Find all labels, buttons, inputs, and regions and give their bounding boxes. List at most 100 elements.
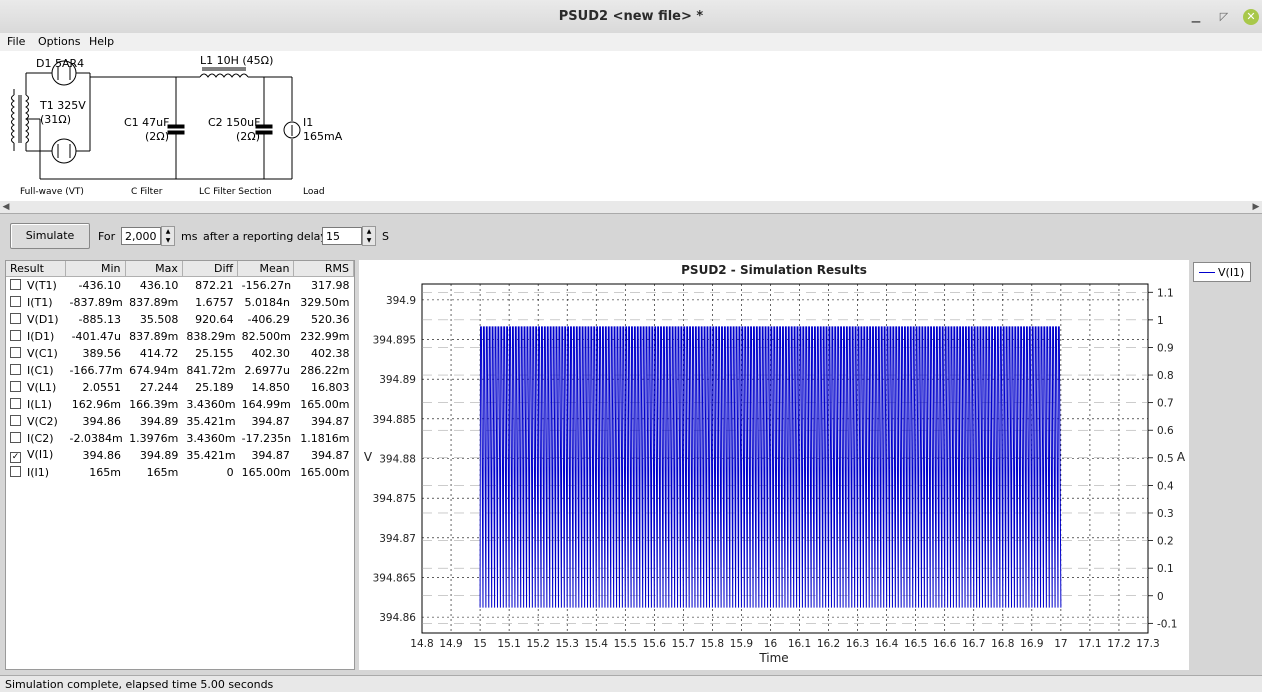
result-name: V(I1)	[27, 448, 54, 461]
table-row[interactable]: I(T1) -837.89m 837.89m 1.6757 5.0184n 329.50m	[6, 294, 354, 311]
series-line-v-i1	[479, 326, 1062, 608]
result-diff-cell: 25.155	[195, 347, 234, 360]
header-min[interactable]: Min	[65, 261, 126, 277]
close-icon[interactable]: ✕	[1243, 9, 1259, 25]
simulation-chart[interactable]: PSUD2 - Simulation Results 14.8 14.9 15 15.1…	[359, 260, 1189, 670]
result-name-cell[interactable]: V(C2)	[6, 413, 66, 430]
table-row[interactable]: ✓ V(I1) 394.86 394.89 35.421m 394.87 394.87	[6, 447, 354, 464]
x-tick-label: 15.3	[556, 638, 579, 650]
result-checkbox[interactable]: ✓	[10, 452, 21, 463]
simulate-button[interactable]: Simulate	[10, 223, 90, 249]
result-name-cell[interactable]: I(D1)	[6, 328, 66, 345]
x-tick-label: 16.2	[817, 638, 840, 650]
y2-tick-label: 0	[1157, 591, 1164, 603]
scroll-right-icon[interactable]: ▶	[1250, 201, 1262, 213]
result-min-cell: 394.86	[82, 449, 122, 462]
result-name-cell[interactable]: I(I1)	[6, 464, 66, 481]
table-row[interactable]: V(C2) 394.86 394.89 35.421m 394.87 394.87	[6, 413, 354, 430]
table-row[interactable]: I(I1) 165m 165m 0 165.00m 165.00m	[6, 464, 354, 481]
maximize-icon[interactable]: ◸	[1216, 9, 1232, 25]
duration-spinner[interactable]: ▲ ▼	[161, 226, 175, 246]
result-name-cell[interactable]: I(C2)	[6, 430, 66, 447]
result-min-cell: -837.89m	[69, 296, 123, 309]
transformer-resistance: (31Ω)	[40, 113, 71, 126]
result-max-cell: 837.89m	[129, 330, 179, 343]
schematic-canvas[interactable]: D1 5AR4 T1 325V (31Ω) L1 10H (45Ω) C1 47…	[0, 51, 1262, 202]
result-name-cell[interactable]: I(L1)	[6, 396, 66, 413]
result-rms-cell: 317.98	[311, 279, 350, 292]
y-tick-label: 394.88	[379, 454, 416, 466]
result-checkbox[interactable]	[10, 313, 21, 324]
x-tick-label: 17.3	[1136, 638, 1159, 650]
result-checkbox[interactable]	[10, 398, 21, 409]
header-rms[interactable]: RMS	[293, 261, 354, 277]
inductor-icon	[199, 73, 249, 78]
schematic-scrollbar[interactable]: ◀ ▶	[0, 201, 1262, 214]
y2-tick-label: 0.7	[1157, 398, 1174, 410]
y2-tick-label: 0.5	[1157, 453, 1174, 465]
result-name-cell[interactable]: I(C1)	[6, 362, 66, 379]
result-name-cell[interactable]: V(D1)	[6, 311, 66, 328]
x-tick-label: 16.3	[846, 638, 869, 650]
simulation-controls: Simulate For ▲▼ ms after a reporting del…	[0, 214, 1262, 259]
capacitor-c1-icon	[167, 124, 185, 129]
result-checkbox[interactable]	[10, 330, 21, 341]
result-name-cell[interactable]: ✓ V(I1)	[6, 447, 66, 464]
table-row[interactable]: I(C2) -2.0384m 1.3976m 3.4360m -17.235n 1.181…	[6, 430, 354, 447]
result-checkbox[interactable]	[10, 347, 21, 358]
status-bar: Simulation complete, elapsed time 5.00 s…	[0, 675, 1262, 692]
chart-panel: PSUD2 - Simulation Results 14.8 14.9 15 15.1…	[359, 260, 1189, 670]
result-checkbox[interactable]	[10, 381, 21, 392]
legend-swatch	[1199, 272, 1215, 273]
header-mean[interactable]: Mean	[237, 261, 295, 277]
result-name: I(D1)	[27, 330, 55, 343]
result-checkbox[interactable]	[10, 279, 21, 290]
y-tick-label: 394.87	[379, 533, 416, 545]
scroll-left-icon[interactable]: ◀	[0, 201, 12, 213]
table-row[interactable]: I(D1) -401.47u 837.89m 838.29m 82.500m 232.99…	[6, 328, 354, 345]
for-label: For	[98, 230, 116, 243]
transformer-primary-icon	[11, 94, 15, 144]
delay-input[interactable]	[322, 227, 362, 245]
delay-spinner[interactable]: ▲ ▼	[362, 226, 376, 246]
duration-input[interactable]	[121, 227, 161, 245]
table-row[interactable]: I(L1) 162.96m 166.39m 3.4360m 164.99m 165.00m	[6, 396, 354, 413]
header-diff[interactable]: Diff	[182, 261, 239, 277]
table-row[interactable]: V(C1) 389.56 414.72 25.155 402.30 402.38	[6, 345, 354, 362]
result-rms-cell: 286.22m	[300, 364, 350, 377]
result-name-cell[interactable]: I(T1)	[6, 294, 66, 311]
table-row[interactable]: V(T1) -436.10 436.10 872.21 -156.27n 317.98	[6, 277, 354, 295]
rectifier-label: D1 5AR4	[36, 57, 85, 70]
table-row[interactable]: I(C1) -166.77m 674.94m 841.72m 2.6977u 286.22…	[6, 362, 354, 379]
capacitor-c1-resistance: (2Ω)	[145, 130, 169, 143]
y-tick-label: 394.895	[373, 335, 416, 347]
result-name-cell[interactable]: V(T1)	[6, 277, 66, 295]
menu-options[interactable]: Options	[38, 35, 80, 48]
minimize-icon[interactable]: ▁	[1188, 9, 1204, 25]
result-checkbox[interactable]	[10, 466, 21, 477]
table-row[interactable]: V(D1) -885.13 35.508 920.64 -406.29 520.36	[6, 311, 354, 328]
result-name-cell[interactable]: V(L1)	[6, 379, 66, 396]
section-load: Load	[303, 187, 325, 197]
load-label: I1	[303, 116, 314, 129]
result-name: V(C2)	[27, 415, 58, 428]
header-max[interactable]: Max	[125, 261, 183, 277]
header-result[interactable]: Result	[6, 261, 66, 277]
result-max-cell: 837.89m	[129, 296, 179, 309]
result-diff-cell: 841.72m	[186, 364, 236, 377]
menu-help[interactable]: Help	[89, 35, 114, 48]
result-checkbox[interactable]	[10, 415, 21, 426]
x-tick-label: 15.5	[614, 638, 637, 650]
result-name: I(C2)	[27, 432, 54, 445]
table-row[interactable]: V(L1) 2.0551 27.244 25.189 14.850 16.803	[6, 379, 354, 396]
result-name: I(I1)	[27, 466, 50, 479]
x-tick-label: 15.8	[701, 638, 724, 650]
result-min-cell: 162.96m	[71, 398, 121, 411]
result-checkbox[interactable]	[10, 432, 21, 443]
load-value: 165mA	[303, 130, 343, 143]
result-name-cell[interactable]: V(C1)	[6, 345, 66, 362]
result-checkbox[interactable]	[10, 296, 21, 307]
result-checkbox[interactable]	[10, 364, 21, 375]
menu-file[interactable]: File	[7, 35, 25, 48]
y2-tick-label: 0.8	[1157, 370, 1174, 382]
